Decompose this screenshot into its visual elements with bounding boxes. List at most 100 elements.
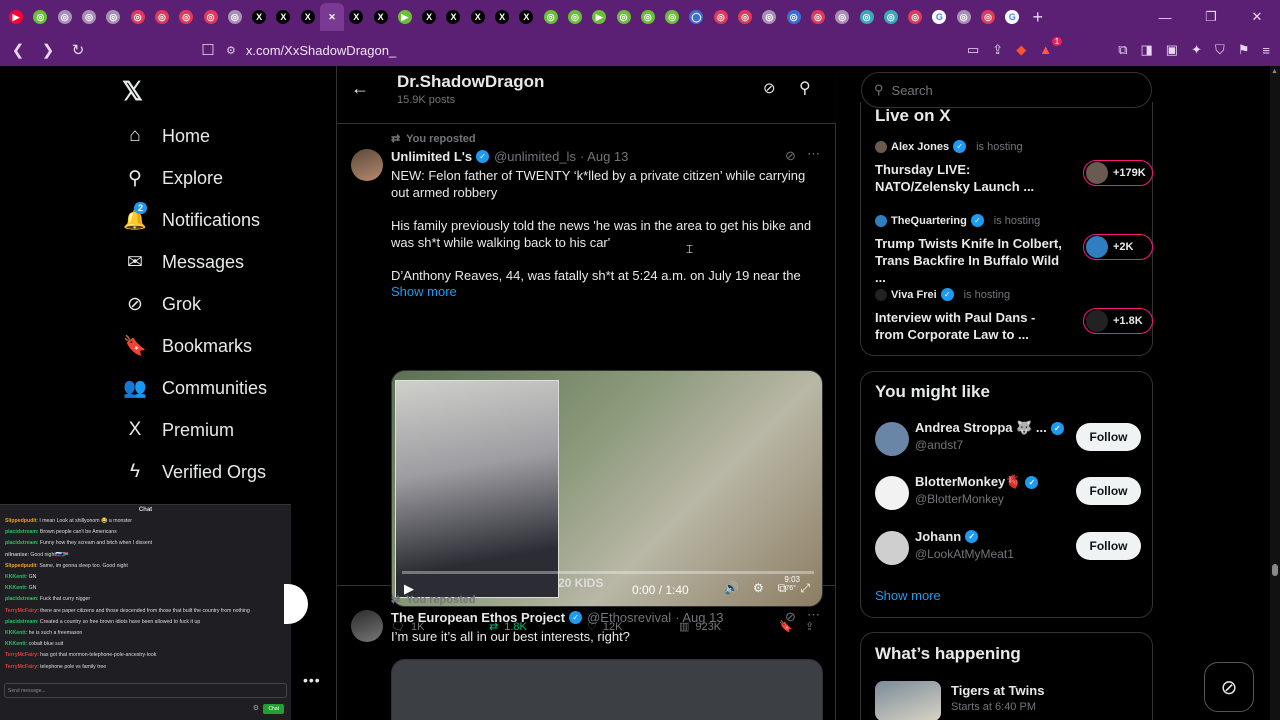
chat-username[interactable]: KKKentt: [5, 585, 26, 591]
chat-username[interactable]: KKKentt: [5, 574, 26, 580]
browser-tab[interactable]: ◎: [757, 3, 781, 31]
chat-username[interactable]: placidstream: [5, 540, 37, 546]
more-icon[interactable]: ⋯: [807, 607, 820, 623]
sidebar-toggle-icon[interactable]: ◨: [1140, 42, 1152, 58]
account-name[interactable]: Johann: [915, 529, 961, 544]
back-icon[interactable]: ❮: [6, 41, 30, 59]
browser-tab[interactable]: ✕: [319, 3, 345, 31]
browser-tab[interactable]: ◎: [53, 3, 77, 31]
browser-tab[interactable]: ◎: [636, 3, 660, 31]
chat-username[interactable]: Slippedpudit: [5, 563, 36, 569]
nav-item-explore[interactable]: ⚲ Explore: [122, 158, 223, 198]
browser-tab[interactable]: X: [490, 3, 514, 31]
browser-tab[interactable]: X: [514, 3, 538, 31]
cast-icon[interactable]: ▭: [967, 42, 979, 58]
avatar[interactable]: [351, 149, 383, 181]
extensions-icon[interactable]: ⧉: [1118, 42, 1127, 58]
minimize-icon[interactable]: —: [1142, 0, 1188, 34]
grok-analyze-icon[interactable]: ⊘: [763, 79, 776, 97]
browser-tab[interactable]: ◎: [101, 3, 125, 31]
grok-icon[interactable]: ⊘: [785, 148, 796, 164]
chat-username[interactable]: KKKentt: [5, 641, 26, 647]
share-icon[interactable]: ⇪: [992, 42, 1003, 58]
browser-tab[interactable]: X: [296, 3, 320, 31]
browser-tab[interactable]: ◎: [563, 3, 587, 31]
bookmark-page-icon[interactable]: ☐: [196, 41, 220, 59]
nav-item-communities[interactable]: 👥 Communities: [122, 368, 267, 408]
chat-username[interactable]: nilnanise: [5, 552, 28, 558]
browser-tab[interactable]: ◎: [125, 3, 149, 31]
browser-tab[interactable]: ◎: [952, 3, 976, 31]
reload-icon[interactable]: ↻: [66, 41, 90, 59]
tweet[interactable]: ⇄ You reposted The European Ethos Projec…: [337, 587, 836, 720]
grok-icon[interactable]: ⊘: [785, 609, 796, 625]
brave-rewards-icon[interactable]: ▲ 1: [1039, 37, 1063, 58]
leo-ai-icon[interactable]: ✦: [1191, 42, 1202, 58]
close-window-icon[interactable]: ✕: [1234, 0, 1280, 34]
chat-username[interactable]: TerryMcFairy: [5, 664, 37, 670]
chat-username[interactable]: placidstream: [5, 529, 37, 535]
nav-item-grok[interactable]: ⊘ Grok: [122, 284, 201, 324]
chat-username[interactable]: placidstream: [5, 619, 37, 625]
browser-tab[interactable]: ◎: [782, 3, 806, 31]
back-arrow-icon[interactable]: ←: [351, 78, 369, 99]
browser-tab[interactable]: ◎: [903, 3, 927, 31]
tweet[interactable]: ⇄ You reposted Unlimited L's ✓ @unlimite…: [337, 126, 836, 633]
account-name[interactable]: BlotterMonkey🫀: [915, 474, 1021, 490]
nav-item-messages[interactable]: ✉ Messages: [122, 242, 244, 282]
show-more-link[interactable]: Show more: [875, 588, 941, 603]
nav-item-premium[interactable]: X Premium: [122, 410, 234, 450]
chat-username[interactable]: placidstream: [5, 596, 37, 602]
browser-tab[interactable]: X: [247, 3, 271, 31]
browser-tab[interactable]: ◎: [77, 3, 101, 31]
scroll-up-icon[interactable]: ▲: [1271, 68, 1278, 75]
profile-flag-icon[interactable]: ⚑: [1238, 42, 1250, 58]
trend-item[interactable]: Tigers at Twins Starts at 6:40 PM: [875, 681, 1141, 720]
suggested-account[interactable]: BlotterMonkey🫀 ✓ @BlotterMonkey Follow: [875, 474, 1141, 518]
forward-icon[interactable]: ❯: [36, 41, 60, 59]
browser-tab[interactable]: ◎: [28, 3, 52, 31]
tweet-image-map[interactable]: [391, 659, 823, 720]
video-player[interactable]: 20 KIDS ▶ 0:00 / 1:40 🔊 ⚙ ⧉ ⤢ 9:03 76°: [391, 370, 823, 607]
follow-button[interactable]: Follow: [1076, 477, 1141, 505]
browser-tab[interactable]: ◎: [660, 3, 684, 31]
menu-icon[interactable]: ≡: [1262, 43, 1270, 58]
browser-tab[interactable]: X: [344, 3, 368, 31]
wallet-icon[interactable]: ▣: [1166, 42, 1178, 58]
search-icon[interactable]: ⚲: [799, 78, 811, 98]
page-scrollbar[interactable]: ▲: [1270, 66, 1280, 720]
live-listener-count[interactable]: +2K: [1083, 234, 1153, 260]
nav-item-bookmarks[interactable]: 🔖 Bookmarks: [122, 326, 252, 366]
grok-fab-icon[interactable]: ⊘: [1204, 662, 1254, 712]
author-name[interactable]: Unlimited L's: [391, 149, 472, 164]
browser-tab[interactable]: ◎: [198, 3, 222, 31]
suggested-account[interactable]: Andrea Stroppa 🐺 ... ✓ @andst7 Follow: [875, 420, 1141, 464]
account-name[interactable]: Andrea Stroppa 🐺 ...: [915, 420, 1047, 436]
avatar[interactable]: [875, 531, 909, 565]
browser-tab[interactable]: ▶: [587, 3, 611, 31]
chat-username[interactable]: Slippedpudit: [5, 518, 36, 524]
browser-tab[interactable]: ▶: [393, 3, 417, 31]
tweet-date[interactable]: · Aug 13: [675, 610, 723, 625]
nav-item-home[interactable]: ⌂ Home: [122, 116, 210, 156]
avatar[interactable]: [875, 476, 909, 510]
browser-tab[interactable]: ◎: [830, 3, 854, 31]
browser-tab[interactable]: ◎: [539, 3, 563, 31]
browser-tab[interactable]: X: [466, 3, 490, 31]
chat-input[interactable]: Send message...: [4, 683, 287, 698]
x-logo-icon[interactable]: 𝕏: [122, 76, 143, 107]
show-more-link[interactable]: Show more: [391, 284, 457, 299]
follow-button[interactable]: Follow: [1076, 423, 1141, 451]
more-icon[interactable]: ⋯: [807, 146, 820, 162]
host-name[interactable]: Alex Jones: [891, 141, 949, 153]
browser-tab[interactable]: X: [441, 3, 465, 31]
browser-tab[interactable]: ▶: [4, 3, 28, 31]
browser-tab[interactable]: X: [271, 3, 295, 31]
author-handle[interactable]: @unlimited_ls: [494, 149, 576, 164]
browser-tab[interactable]: G: [1000, 3, 1024, 31]
video-progress-bar[interactable]: [402, 571, 814, 574]
host-name[interactable]: Viva Frei: [891, 289, 937, 301]
browser-tab[interactable]: ◯: [684, 3, 708, 31]
browser-tab[interactable]: ◎: [733, 3, 757, 31]
avatar[interactable]: [351, 610, 383, 642]
